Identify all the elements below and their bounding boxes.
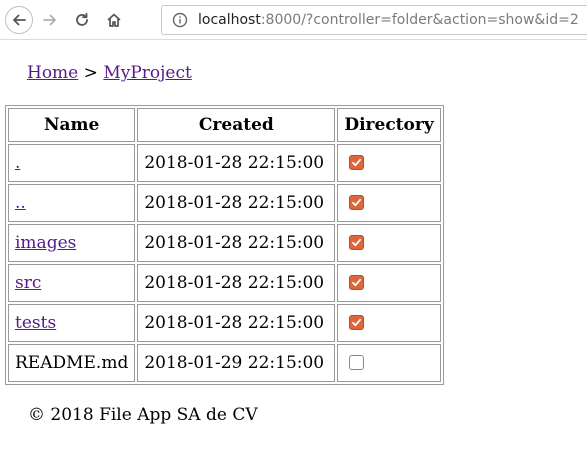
cell-directory [337,264,441,302]
checkmark-icon [352,318,362,327]
file-name-link[interactable]: tests [15,313,56,333]
directory-checkbox[interactable] [349,155,365,170]
table-row: src 2018-01-28 22:15:00 [8,264,441,302]
cell-directory [337,344,441,382]
cell-created: 2018-01-28 22:15:00 [137,144,336,182]
browser-toolbar: localhost:8000/?controller=folder&action… [0,0,587,40]
cell-created: 2018-01-28 22:15:00 [137,184,336,222]
file-name-link[interactable]: src [15,273,41,293]
file-name-link[interactable]: . [15,153,20,173]
checkmark-icon [352,158,362,167]
file-name-text: README.md [15,353,129,373]
url-host: localhost [198,12,261,28]
table-row: .. 2018-01-28 22:15:00 [8,184,441,222]
breadcrumb-separator: > [83,63,98,83]
table-header-row: Name Created Directory [8,108,441,142]
directory-checkbox[interactable] [349,355,365,370]
table-row: images 2018-01-28 22:15:00 [8,224,441,262]
forward-button[interactable] [36,6,64,34]
url-path: :8000/?controller=folder&action=show&id=… [260,12,579,28]
cell-name: tests [8,304,136,342]
cell-directory [337,304,441,342]
cell-created: 2018-01-29 22:15:00 [137,344,336,382]
breadcrumb: Home > MyProject [27,63,192,83]
back-arrow-icon [13,14,26,26]
directory-checkbox[interactable] [349,275,365,290]
cell-created: 2018-01-28 22:15:00 [137,264,336,302]
table-row: README.md 2018-01-29 22:15:00 [8,344,441,382]
table-row: . 2018-01-28 22:15:00 [8,144,441,182]
header-name: Name [8,108,136,142]
breadcrumb-home-link[interactable]: Home [27,63,78,83]
back-button[interactable] [5,6,33,34]
table-row: tests 2018-01-28 22:15:00 [8,304,441,342]
file-name-link[interactable]: images [15,233,76,253]
directory-checkbox[interactable] [349,315,365,330]
cell-name: images [8,224,136,262]
file-name-link[interactable]: .. [15,193,26,213]
cell-created: 2018-01-28 22:15:00 [137,304,336,342]
folder-table: Name Created Directory . 2018-01-28 22:15… [5,105,444,385]
reload-button[interactable] [68,6,96,34]
checkmark-icon [352,238,362,247]
checkmark-icon [352,198,362,207]
reload-icon [76,12,88,26]
forward-arrow-icon [43,14,56,26]
cell-directory [337,224,441,262]
cell-name: .. [8,184,136,222]
url-text: localhost:8000/?controller=folder&action… [198,6,579,34]
checkmark-icon [352,278,362,287]
directory-checkbox[interactable] [349,195,365,210]
breadcrumb-current-link[interactable]: MyProject [103,63,192,83]
home-icon [107,13,121,27]
cell-directory [337,184,441,222]
cell-name: README.md [8,344,136,382]
directory-checkbox[interactable] [349,235,365,250]
home-button[interactable] [100,6,128,34]
cell-name: . [8,144,136,182]
address-bar[interactable]: localhost:8000/?controller=folder&action… [161,5,587,35]
info-icon[interactable] [172,12,188,28]
footer-copyright: © 2018 File App SA de CV [28,405,258,425]
cell-directory [337,144,441,182]
header-directory: Directory [337,108,441,142]
cell-created: 2018-01-28 22:15:00 [137,224,336,262]
cell-name: src [8,264,136,302]
header-created: Created [137,108,336,142]
